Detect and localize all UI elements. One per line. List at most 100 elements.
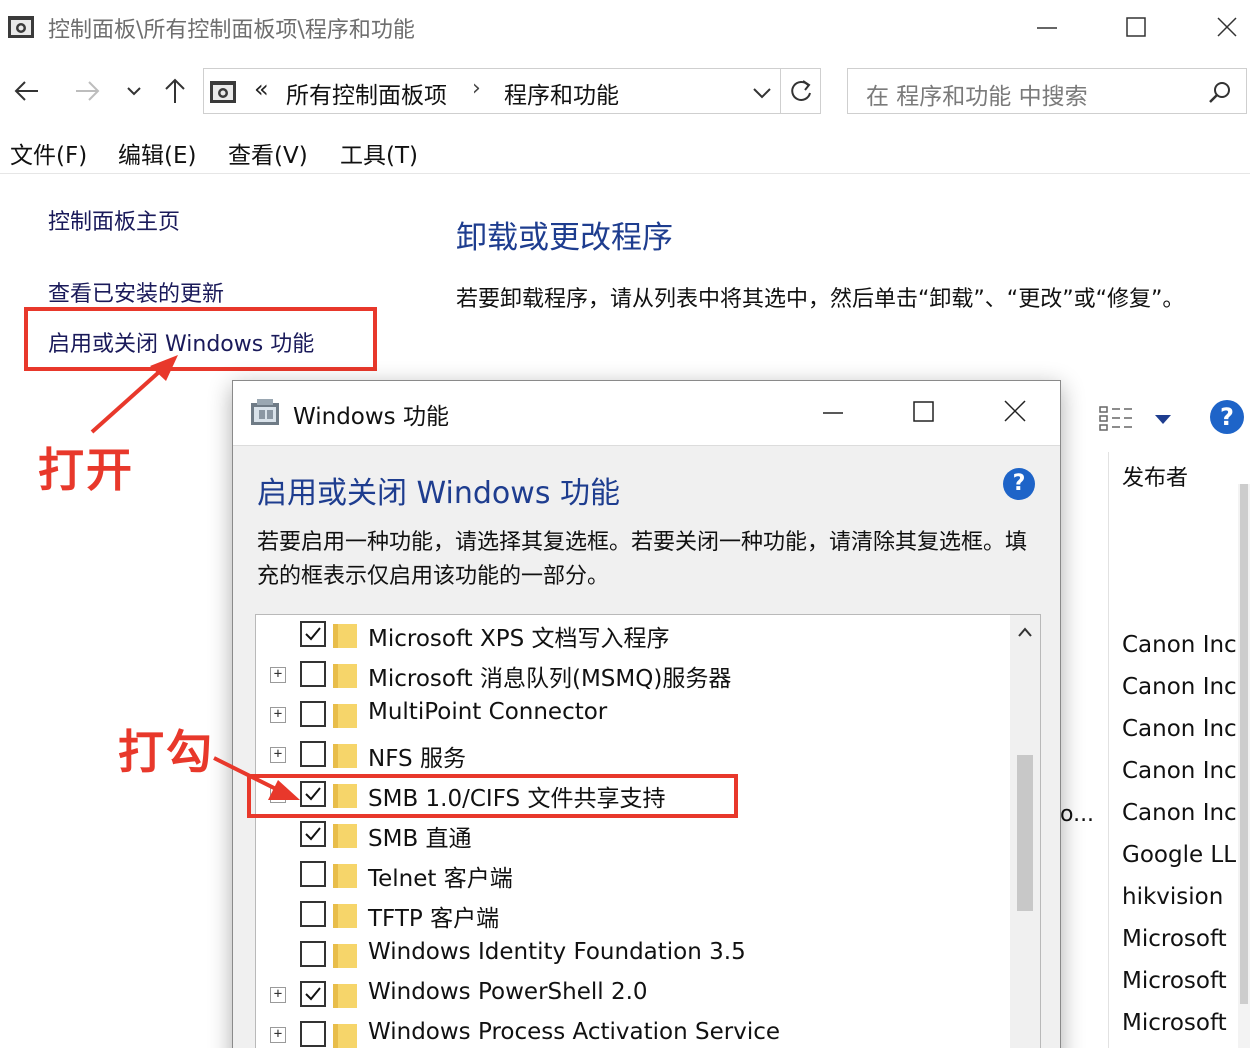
chevron-down-icon[interactable] <box>750 81 774 105</box>
feature-label: Windows Identity Foundation 3.5 <box>368 939 746 965</box>
folder-icon <box>333 824 357 848</box>
feature-label: MultiPoint Connector <box>368 699 608 725</box>
maximize-button[interactable] <box>1113 6 1159 48</box>
folder-icon <box>333 904 357 928</box>
forward-button[interactable] <box>72 76 106 110</box>
expand-icon[interactable]: + <box>270 987 286 1003</box>
expand-icon[interactable]: + <box>270 1027 286 1043</box>
menu-edit[interactable]: 编辑(E) <box>118 136 196 170</box>
folder-icon <box>333 744 357 768</box>
folder-icon <box>333 704 357 728</box>
dialog-close-button[interactable] <box>993 395 1039 435</box>
close-icon <box>1004 400 1026 422</box>
dialog-minimize-button[interactable] <box>811 395 857 435</box>
arrow-up-icon <box>165 78 185 103</box>
feature-checkbox[interactable] <box>300 661 326 687</box>
feature-label: Windows PowerShell 2.0 <box>368 979 648 1005</box>
feature-checkbox[interactable] <box>300 701 326 727</box>
breadcrumb-overflow[interactable]: « <box>254 75 269 103</box>
folder-icon <box>333 1024 357 1048</box>
page-description: 若要卸载程序，请从列表中将其选中，然后单击“卸载”、“更改”或“修复”。 <box>456 287 1185 312</box>
feature-label: Microsoft 消息队列(MSMQ)服务器 <box>368 666 732 692</box>
menu-view[interactable]: 查看(V) <box>228 136 308 170</box>
annotation-check: 打勾 <box>118 725 214 779</box>
program-list-scrollbar-thumb[interactable] <box>1240 484 1248 1004</box>
expand-icon[interactable]: + <box>270 707 286 723</box>
dialog-description: 若要启用一种功能，请选择其复选框。若要关闭一种功能，请清除其复选框。填充的框表示… <box>257 530 1028 589</box>
feature-row[interactable]: TFTP 客户端 <box>256 895 1008 935</box>
feature-row[interactable]: Windows Identity Foundation 3.5 <box>256 935 1008 975</box>
feature-row[interactable]: + Windows PowerShell 2.0 <box>256 975 1008 1015</box>
recent-locations-button[interactable] <box>122 78 156 112</box>
feature-row[interactable]: + MultiPoint Connector <box>256 695 1008 735</box>
folder-icon <box>333 984 357 1008</box>
feature-row[interactable]: Telnet 客户端 <box>256 855 1008 895</box>
publisher-cell: Microsoft <box>1122 968 1227 994</box>
control-panel-home-link[interactable]: 控制面板主页 <box>48 204 180 236</box>
search-input[interactable]: 在 程序和功能 中搜索 <box>847 68 1247 114</box>
back-button[interactable] <box>12 76 46 110</box>
feature-label: Microsoft XPS 文档写入程序 <box>368 626 670 652</box>
chevron-up-icon[interactable] <box>1016 625 1034 639</box>
feature-checkbox[interactable] <box>300 981 326 1007</box>
close-button[interactable] <box>1204 6 1250 48</box>
view-options-icon[interactable] <box>1098 404 1134 432</box>
dialog-help-button[interactable]: ? <box>1003 468 1035 500</box>
folder-icon <box>333 944 357 968</box>
close-icon <box>1217 17 1237 37</box>
feature-checkbox[interactable] <box>300 901 326 927</box>
help-button[interactable]: ? <box>1210 400 1244 434</box>
minimize-button[interactable] <box>1024 6 1070 48</box>
feature-checkbox[interactable] <box>300 741 326 767</box>
feature-label: Telnet 客户端 <box>368 866 513 892</box>
maximize-icon <box>913 401 934 422</box>
dialog-title: Windows 功能 <box>293 404 449 430</box>
column-header-publisher[interactable]: 发布者 <box>1122 460 1188 492</box>
menu-file[interactable]: 文件(F) <box>10 136 87 170</box>
search-placeholder: 在 程序和功能 中搜索 <box>866 84 1088 110</box>
breadcrumb-all-control-panel-items[interactable]: 所有控制面板项 <box>286 76 447 110</box>
feature-row[interactable]: + NFS 服务 <box>256 735 1008 775</box>
checkmark-icon <box>305 627 321 641</box>
caret-down-icon[interactable] <box>1155 413 1171 425</box>
feature-label: NFS 服务 <box>368 746 466 772</box>
refresh-icon <box>791 80 811 101</box>
feature-row[interactable]: + Windows Process Activation Service <box>256 1015 1008 1048</box>
publisher-cell: Canon Inc <box>1122 716 1237 742</box>
up-button[interactable] <box>160 76 194 110</box>
feature-checkbox[interactable] <box>300 1021 326 1047</box>
main-titlebar: 控制面板\所有控制面板项\程序和功能 <box>0 0 1250 54</box>
view-installed-updates-link[interactable]: 查看已安装的更新 <box>48 276 224 308</box>
refresh-button[interactable] <box>781 68 821 114</box>
expand-icon[interactable]: + <box>270 747 286 763</box>
menu-tools[interactable]: 工具(T) <box>340 136 418 170</box>
expand-icon[interactable]: + <box>270 667 286 683</box>
address-bar[interactable]: « 所有控制面板项 › 程序和功能 <box>203 68 781 114</box>
maximize-icon <box>1126 17 1146 37</box>
breadcrumb-programs-and-features[interactable]: 程序和功能 <box>504 76 619 110</box>
feature-row[interactable]: Microsoft XPS 文档写入程序 <box>256 615 1008 655</box>
breadcrumb-separator[interactable]: › <box>472 76 481 101</box>
dialog-heading: 启用或关闭 Windows 功能 <box>257 476 620 511</box>
window-title: 控制面板\所有控制面板项\程序和功能 <box>48 18 415 43</box>
publisher-cell: Canon Inc <box>1122 758 1237 784</box>
feature-row[interactable]: SMB 直通 <box>256 815 1008 855</box>
column-divider <box>1108 452 1109 1048</box>
feature-checkbox[interactable] <box>300 941 326 967</box>
feature-row[interactable]: + Microsoft 消息队列(MSMQ)服务器 <box>256 655 1008 695</box>
feature-tree-scrollbar-thumb[interactable] <box>1017 755 1033 911</box>
windows-features-dialog: Windows 功能 启用或关闭 Windows 功能 ? 若要启用一种功能，请… <box>232 380 1061 1048</box>
feature-tree-scrollbar[interactable] <box>1010 615 1040 1048</box>
minimize-icon <box>1037 27 1057 29</box>
feature-checkbox[interactable] <box>300 621 326 647</box>
feature-tree: Microsoft XPS 文档写入程序 + Microsoft 消息队列(MSMQ… <box>255 614 1041 1048</box>
feature-checkbox[interactable] <box>300 861 326 887</box>
folder-icon <box>333 864 357 888</box>
annotation-open: 打开 <box>38 443 134 497</box>
checkmark-icon <box>305 827 321 841</box>
arrow-left-icon <box>14 81 38 101</box>
search-icon[interactable] <box>1208 80 1232 104</box>
dialog-maximize-button[interactable] <box>901 395 947 435</box>
feature-checkbox[interactable] <box>300 821 326 847</box>
minimize-icon <box>823 412 843 414</box>
